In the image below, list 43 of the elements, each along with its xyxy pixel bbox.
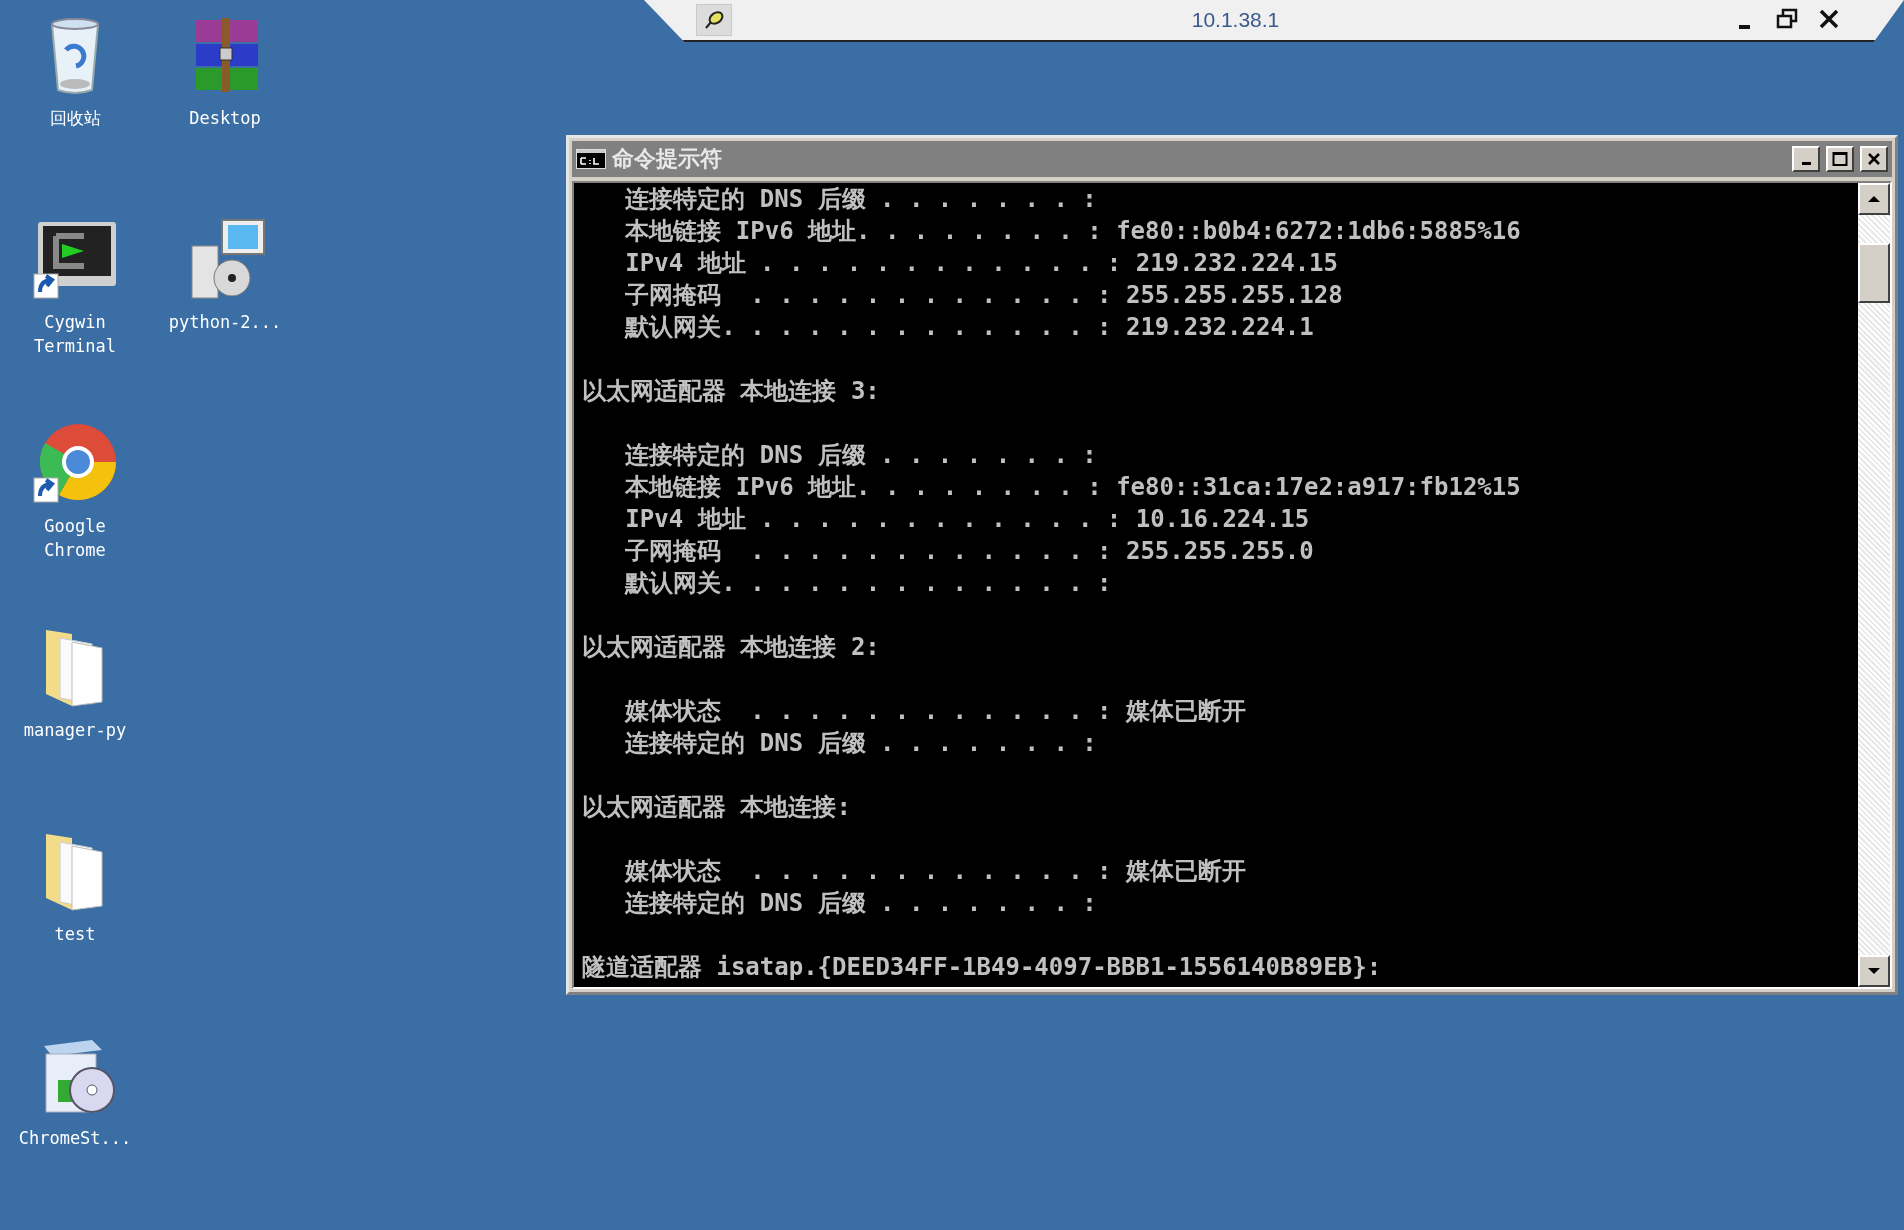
desktop-icon-label[interactable]: Google Chrome (13, 514, 137, 562)
scrollbar-thumb[interactable] (1858, 243, 1890, 303)
console-line: 子网掩码 . . . . . . . . . . . . : 255.255.255.128 (624, 280, 1344, 311)
console-line: 默认网关. . . . . . . . . . . . . : 219.232.224.1 (623, 312, 1315, 343)
adapter-heading: 隧道适配器 isatap.{DEED34FF-1B49-4097-BBB1-1556140B89EB}: (582, 952, 1383, 983)
desktop-icon-label[interactable]: test (13, 922, 137, 946)
desktop-icon-label[interactable]: ChromeSt... (13, 1126, 137, 1150)
desktop-icon-label[interactable]: Desktop (163, 106, 287, 130)
window-title: 命令提示符 (612, 145, 723, 173)
maximize-icon (1832, 151, 1848, 167)
scroll-up-button[interactable] (1858, 183, 1890, 215)
console-line: IPv4 地址 . . . . . . . . . . . . : 10.16.224.15 (624, 504, 1311, 535)
console-line: 连接特定的 DNS 后缀 . . . . . . . : (624, 728, 1098, 759)
console-icon (576, 149, 606, 169)
console-line: 连接特定的 DNS 后缀 . . . . . . . : (624, 184, 1098, 215)
console-line: 默认网关. . . . . . . . . . . . . : (623, 568, 1113, 599)
desktop-icon-label[interactable]: 回收站 (13, 106, 137, 130)
console-line: 媒体状态 . . . . . . . . . . . . : 媒体已断开 (623, 696, 1247, 727)
adapter-heading: 以太网适配器 本地连接: (582, 792, 852, 823)
maximize-button[interactable] (1826, 146, 1854, 172)
minimize-icon (1801, 161, 1811, 165)
pin-icon (703, 9, 725, 31)
up-triangle-icon (1867, 194, 1881, 204)
connection-title: 10.1.38.1 (1190, 8, 1281, 32)
desktop-icon-label[interactable]: manager-py (13, 718, 137, 742)
pin-button[interactable] (696, 4, 732, 36)
down-triangle-icon (1867, 966, 1881, 976)
adapter-heading: 以太网适配器 本地连接 3: (582, 376, 881, 407)
console-line: 媒体状态 . . . . . . . . . . . . : 媒体已断开 (623, 856, 1247, 887)
minimize-button[interactable] (1792, 146, 1820, 172)
console-line: 连接特定的 DNS 后缀 . . . . . . . : (624, 888, 1098, 919)
desktop-icon-label[interactable]: python-2... (163, 310, 287, 334)
console-line: IPv4 地址 . . . . . . . . . . . . : 219.232.224.15 (624, 248, 1339, 279)
close-button[interactable] (1860, 146, 1888, 172)
console-line: 子网掩码 . . . . . . . . . . . . : 255.255.255.0 (624, 536, 1315, 567)
adapter-heading: 以太网适配器 本地连接 2: (582, 632, 881, 663)
desktop-icon-label[interactable]: Cygwin Terminal (13, 310, 137, 358)
console-line: 本地链接 IPv6 地址. . . . . . . . : fe80::b0b4:6272:1db6:5885%16 (624, 216, 1522, 247)
close-icon (1867, 152, 1881, 166)
vertical-scrollbar[interactable] (1858, 183, 1890, 987)
console-line: 本地链接 IPv6 地址. . . . . . . . : fe80::31ca:17e2:a917:fb12%15 (624, 472, 1522, 503)
console-line: 连接特定的 DNS 后缀 . . . . . . . : (624, 440, 1098, 471)
scroll-down-button[interactable] (1858, 955, 1890, 987)
